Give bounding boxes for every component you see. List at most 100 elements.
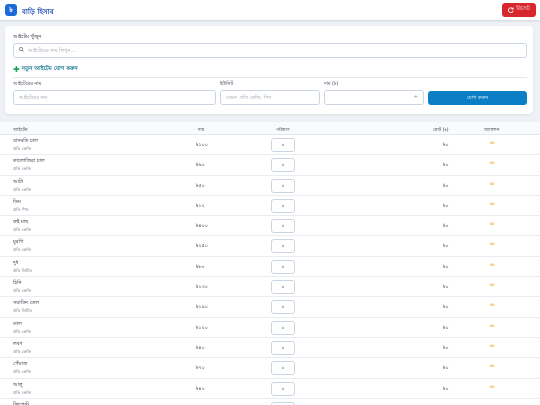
edit-pencil-icon[interactable]: ✏ [490, 343, 495, 350]
item-name: পেঁয়াজ [13, 361, 28, 368]
item-price: ৳৪০ [196, 386, 205, 392]
edit-pencil-icon[interactable]: ✏ [490, 323, 495, 330]
add-item-toggle[interactable]: ✚ নতুন আইটেম যোগ করুন [13, 66, 78, 74]
item-unit: প্রতি কেজি [13, 328, 32, 334]
item-unit: প্রতি লিটার [13, 308, 32, 314]
reset-label: রিসেট [516, 6, 530, 12]
edit-pencil-icon[interactable]: ✏ [490, 181, 495, 188]
item-unit: প্রতি পিস [13, 206, 29, 212]
price-label: দাম (৳) [324, 82, 339, 87]
edit-pencil-icon[interactable]: ✏ [490, 221, 495, 228]
table-row: টুথপেস্টপ্রতি পিস৳১২০০৳০✏ [0, 398, 540, 405]
quantity-input[interactable]: ০ [271, 300, 295, 315]
item-name: ডাল [13, 320, 22, 327]
col-price: দাম [198, 128, 205, 133]
quantity-input[interactable]: ০ [271, 158, 295, 173]
item-unit: প্রতি কেজি [13, 389, 32, 395]
item-total: ৳০ [443, 325, 449, 331]
item-total: ৳০ [443, 305, 449, 311]
item-price: ৳১৩০ [196, 285, 208, 291]
item-total: ৳০ [443, 285, 449, 291]
item-unit: প্রতি কেজি [13, 227, 32, 233]
item-name: চিনি [13, 280, 22, 287]
item-name: ডিম [13, 198, 21, 205]
reset-button[interactable]: রিসেট [502, 3, 536, 17]
item-unit: প্রতি লিটার [13, 267, 32, 273]
table-row: সয়াবিন তেল প্রতি লিটার ৳১৯০ ০ ৳০ ✏ [0, 297, 540, 318]
quantity-input[interactable]: ০ [271, 381, 295, 396]
quantity-input[interactable]: ০ [271, 280, 295, 295]
item-unit: প্রতি কেজি [13, 369, 32, 375]
item-total: ৳০ [443, 345, 449, 351]
app-header: ৳ বাড়ি হিসাব রিসেট [0, 0, 540, 20]
table-row: মুরগি প্রতি কেজি ৳২৫০ ০ ৳০ ✏ [0, 236, 540, 257]
items-table: আইটেম দাম পরিমাণ মোট (৳) অ্যাকশন বাসমতি … [0, 122, 540, 405]
edit-pencil-icon[interactable]: ✏ [490, 140, 495, 147]
item-name: মুরগি [13, 239, 24, 246]
quantity-input[interactable]: ০ [271, 219, 295, 234]
table-row: আটা প্রতি কেজি ৳৫০ ০ ৳০ ✏ [0, 175, 540, 196]
item-unit: প্রতি কেজি [13, 288, 32, 294]
table-row: রুই মাছ প্রতি কেজি ৳৪০০ ০ ৳০ ✏ [0, 216, 540, 237]
spinner-icon[interactable]: ÷ [414, 94, 418, 100]
edit-pencil-icon[interactable]: ✏ [490, 302, 495, 309]
col-item: আইটেম [13, 128, 28, 133]
item-name: দুধ [13, 259, 19, 266]
table-row: ডিম প্রতি পিস ৳১২ ০ ৳০ ✏ [0, 195, 540, 217]
quantity-input[interactable]: ০ [271, 138, 295, 152]
edit-pencil-icon[interactable]: ✏ [490, 363, 495, 370]
divider [13, 77, 527, 78]
table-row: লবণ প্রতি কেজি ৳৪০ ০ ৳০ ✏ [0, 337, 540, 359]
item-name: বাসমতি চাল [13, 138, 38, 144]
col-total: মোট (৳) [433, 128, 449, 133]
add-submit-button[interactable]: যোগ করুন [428, 91, 527, 105]
control-panel: আইটেম খুঁজুন আইটেমের নাম লিখুন... ✚ নতুন… [5, 26, 533, 114]
item-total: ৳০ [443, 244, 449, 250]
item-price: ৳৪০০ [196, 224, 208, 230]
item-unit: প্রতি কেজি [13, 166, 32, 172]
item-name: সয়াবিন তেল [13, 300, 39, 307]
item-total: ৳০ [443, 143, 449, 148]
quantity-input[interactable]: ০ [271, 178, 295, 193]
item-price: ৳৯০ [196, 163, 205, 169]
unit-label: ইউনিট [220, 82, 234, 87]
quantity-input[interactable]: ০ [271, 361, 295, 376]
quantity-input[interactable]: ০ [271, 259, 295, 274]
add-item-label: নতুন আইটেম যোগ করুন [21, 66, 78, 72]
edit-pencil-icon[interactable]: ✏ [490, 384, 495, 391]
unit-placeholder: যেমন: প্রতি কেজি, পিস [226, 96, 272, 101]
table-row: কালোজিরা চাল প্রতি কেজি ৳৯০ ০ ৳০ ✏ [0, 155, 540, 176]
item-price: ৳৭০ [196, 366, 205, 372]
unit-input[interactable]: যেমন: প্রতি কেজি, পিস [220, 90, 320, 105]
edit-pencil-icon[interactable]: ✏ [490, 241, 495, 248]
edit-pencil-icon[interactable]: ✏ [490, 201, 495, 208]
item-name: রুই মাছ [13, 219, 29, 226]
quantity-input[interactable]: ০ [271, 198, 295, 213]
edit-pencil-icon[interactable]: ✏ [490, 262, 495, 269]
item-price: ৳১৯০ [196, 305, 208, 311]
item-price: ৳২৫০ [196, 244, 208, 250]
search-placeholder: আইটেমের নাম লিখুন... [28, 48, 76, 54]
item-name: আলু [13, 381, 23, 388]
item-total: ৳০ [443, 203, 449, 209]
price-input[interactable]: ÷ [324, 90, 424, 105]
app-title: বাড়ি হিসাব [22, 8, 54, 16]
item-price: ৳৫০ [196, 183, 205, 189]
quantity-input[interactable]: ০ [271, 239, 295, 254]
item-price: ৳১২ [196, 203, 205, 209]
item-unit: প্রতি কেজি [13, 186, 32, 192]
edit-pencil-icon[interactable]: ✏ [490, 160, 495, 167]
search-input[interactable]: আইটেমের নাম লিখুন... [13, 43, 527, 58]
quantity-input[interactable]: ০ [271, 340, 295, 355]
table-header: আইটেম দাম পরিমাণ মোট (৳) অ্যাকশন [0, 122, 540, 135]
table-row: আলু প্রতি কেজি ৳৪০ ০ ৳০ ✏ [0, 378, 540, 399]
item-price: ৳১০০ [196, 143, 208, 148]
item-total: ৳০ [443, 183, 449, 189]
table-row: দুধ প্রতি লিটার ৳৮০ ০ ৳০ ✏ [0, 256, 540, 278]
table-row: ডাল প্রতি কেজি ৳১২০ ০ ৳০ ✏ [0, 317, 540, 338]
edit-pencil-icon[interactable]: ✏ [490, 282, 495, 289]
item-name: কালোজিরা চাল [13, 158, 45, 165]
item-price: ৳৪০ [196, 345, 205, 351]
quantity-input[interactable]: ০ [271, 320, 295, 335]
item-name-input[interactable]: আইটেমের নাম [13, 90, 216, 105]
